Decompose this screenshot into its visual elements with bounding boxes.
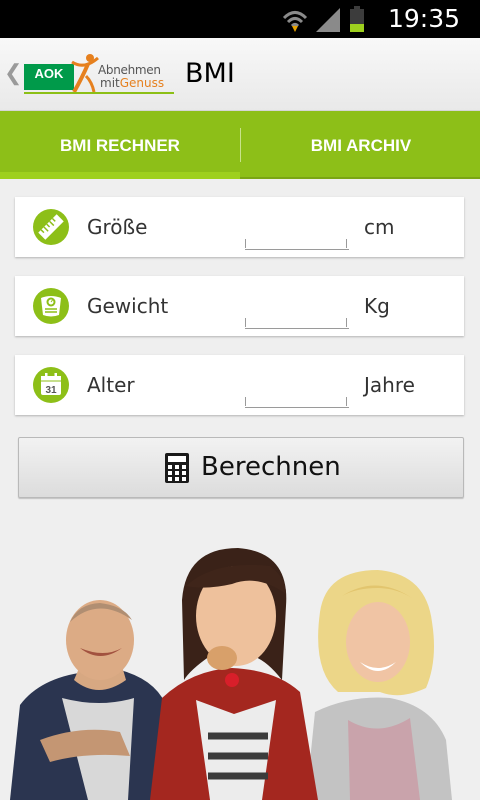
age-input[interactable] [245, 375, 349, 408]
scale-icon [33, 288, 69, 324]
aok-logo: AOK [24, 64, 74, 90]
weight-input[interactable] [245, 296, 349, 329]
page-title: BMI [185, 58, 235, 89]
weight-label: Gewicht [87, 294, 169, 318]
calculate-button[interactable]: Berechnen [18, 437, 464, 498]
logo-text-genuss: Genuss [119, 76, 165, 90]
tab-selected-indicator [0, 172, 240, 179]
age-label: Alter [87, 373, 135, 397]
status-icons [282, 4, 372, 34]
calendar-icon: 31 [33, 367, 69, 403]
wifi-activity-icon [292, 26, 298, 32]
tab-bmi-rechner[interactable]: BMI RECHNER [0, 111, 240, 179]
height-unit: cm [364, 215, 395, 239]
ruler-icon [33, 209, 69, 245]
logo-text-line1: Abnehmen [98, 63, 161, 77]
dark-haired-woman-figure [150, 548, 318, 800]
app-logo[interactable]: AOK Abnehmen mitGenuss [24, 52, 176, 96]
signal-icon [316, 8, 340, 32]
status-icons-graphic [282, 6, 364, 32]
age-unit: Jahre [364, 373, 415, 397]
calculator-icon [165, 453, 189, 483]
jumping-figure-icon [71, 54, 99, 93]
height-label: Größe [87, 215, 148, 239]
tab-bmi-archiv[interactable]: BMI ARCHIV [241, 111, 480, 179]
ruler-icon-graphic [38, 214, 64, 240]
age-row: 31 Alter Jahre [15, 355, 464, 415]
calendar-icon-day: 31 [45, 385, 57, 396]
status-bar: 19:35 [0, 0, 480, 38]
tab-underline [240, 177, 480, 179]
height-row: Größe cm [15, 197, 464, 257]
scale-icon-graphic [41, 296, 61, 317]
logo-underline [24, 92, 174, 94]
aok-logo-text: AOK [34, 66, 64, 81]
chevron-left-icon[interactable]: ❮ [4, 60, 22, 86]
status-time: 19:35 [387, 4, 460, 33]
height-input[interactable] [245, 217, 349, 250]
blonde-woman-figure [306, 570, 452, 800]
weight-unit: Kg [364, 294, 390, 318]
calculate-button-label: Berechnen [201, 452, 341, 482]
weight-row: Gewicht Kg [15, 276, 464, 336]
logo-text-mit: mit [100, 76, 120, 90]
tab-bar: BMI RECHNER BMI ARCHIV [0, 111, 480, 179]
man-figure [10, 600, 174, 800]
people-photo [10, 548, 452, 800]
wifi-icon [282, 11, 308, 28]
battery-icon [350, 6, 364, 32]
logo-text-line2: mitGenuss [100, 76, 164, 90]
calendar-icon-graphic: 31 [41, 373, 61, 396]
action-bar: ❮ AOK Abnehmen mitGenuss BMI [0, 38, 480, 111]
